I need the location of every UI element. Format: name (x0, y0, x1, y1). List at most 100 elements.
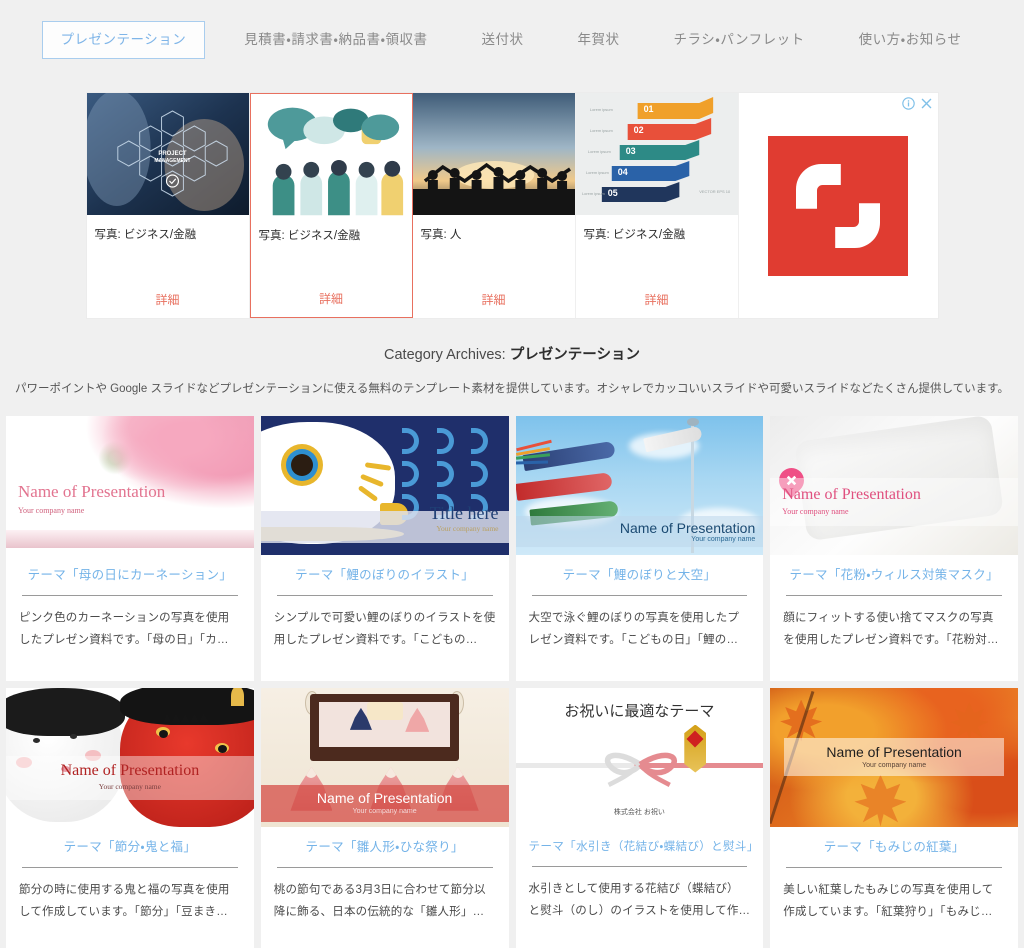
ad-thumbnail-team-conversation (250, 94, 412, 216)
slide-subtitle: Your company name (691, 536, 756, 544)
slide-title: Name of Presentation (18, 482, 166, 502)
noshi-icon (684, 724, 707, 773)
divider (276, 594, 493, 596)
template-card[interactable]: Name of Presentation Your company name テ… (6, 688, 254, 948)
nav-item-cover-letter[interactable]: 送付状 (455, 32, 551, 48)
slide-subtitle: 株式会社 お祝い (613, 809, 665, 817)
template-thumbnail-koinobori-illustration: Title here Your company name (260, 416, 509, 556)
category-header: Category Archives: プレゼンテーション パワーポイントや Go… (0, 343, 1024, 398)
template-title[interactable]: テーマ「水引き（花結び・蝶結び）と熨斗」 (529, 839, 759, 855)
ad-thumbnail-project-management: PROJECT MANAGEMENT (86, 93, 249, 215)
template-excerpt: ピンク色のカーネーションの写真を使用したプレゼン資料です。「母の日」「カ… (19, 611, 230, 647)
divider (276, 866, 493, 868)
category-description: パワーポイントや Google スライドなどプレゼンテーションに使える無料のテン… (14, 383, 1010, 395)
template-excerpt: 桃の節句である3月3日に合わせて節分以降に飾る、日本の伝統的な「雛人形」… (273, 883, 486, 919)
divider (531, 594, 748, 596)
svg-text:05: 05 (607, 188, 617, 198)
svg-text:Lorem ipsum: Lorem ipsum (581, 191, 605, 196)
template-excerpt: 水引きとして使用する花結び（蝶結び）と熨斗（のし）のイラストを使用して作… (528, 882, 751, 918)
svg-text:02: 02 (633, 125, 643, 135)
slide-subtitle: Your company name (862, 762, 927, 770)
template-thumbnail-koinobori-sky: Name of Presentation Your company name (515, 416, 764, 556)
template-card[interactable]: Name of Presentation Your company name テ… (260, 688, 509, 948)
ad-card[interactable]: PROJECT MANAGEMENT 写真: ビジネス/金融 詳細 (86, 93, 250, 318)
nav-item-new-year-card[interactable]: 年賀状 (551, 32, 647, 48)
svg-text:Lorem ipsum: Lorem ipsum (587, 149, 611, 154)
template-thumbnail-carnation: Name of Presentation Your company name (6, 416, 254, 556)
svg-text:VECTOR EPS 10: VECTOR EPS 10 (699, 189, 731, 194)
slide-subtitle: Your company name (18, 506, 85, 516)
template-excerpt: 大空で泳ぐ鯉のぼりの写真を使用したプレゼン資料です。「こどもの日」「鯉の… (528, 611, 740, 647)
slide-title: Name of Presentation (60, 762, 200, 780)
ad-brand-panel[interactable] (738, 93, 938, 318)
advertisement-banner: PROJECT MANAGEMENT 写真: ビジネス/金融 詳細 写真: ビジ… (86, 93, 938, 318)
ad-detail-link[interactable]: 詳細 (576, 291, 738, 318)
template-title[interactable]: テーマ「母の日にカーネーション」 (19, 567, 241, 585)
template-card[interactable]: Name of Presentation Your company name テ… (515, 416, 764, 682)
ad-caption: 写真: ビジネス/金融 (258, 230, 361, 242)
ad-thumbnail-infographic: 01 02 03 04 05 Lorem ipsum Lorem ipsum Lo… (575, 93, 738, 215)
nav-item-howto-news[interactable]: 使い方・お知らせ (832, 32, 989, 48)
svg-text:01: 01 (643, 104, 653, 114)
svg-text:Lorem ipsum: Lorem ipsum (585, 170, 609, 175)
ad-thumbnail-people-sunset (412, 93, 575, 215)
template-card[interactable]: Name of Presentation Your company name テ… (6, 416, 254, 682)
template-title[interactable]: テーマ「鯉のぼりのイラスト」 (274, 567, 496, 585)
ad-card[interactable]: 写真: 人 詳細 (412, 93, 576, 318)
template-thumbnail-mask: Name of Presentation Your company name (770, 416, 1018, 556)
ad-detail-link[interactable]: 詳細 (87, 291, 249, 318)
divider (22, 866, 238, 868)
ad-detail-link[interactable]: 詳細 (251, 290, 412, 317)
template-title[interactable]: テーマ「花粉・ウィルス対策マスク」 (783, 567, 1005, 585)
ad-card-selected[interactable]: 写真: ビジネス/金融 詳細 (249, 93, 413, 318)
ad-detail-link[interactable]: 詳細 (413, 291, 575, 318)
page-title: Category Archives: プレゼンテーション (0, 343, 1024, 364)
category-name: プレゼンテーション (509, 347, 640, 363)
svg-text:Lorem ipsum: Lorem ipsum (589, 107, 613, 112)
divider (786, 594, 1002, 596)
category-prefix: Category Archives: (384, 347, 510, 363)
slide-title: Title here (429, 503, 499, 524)
divider (786, 866, 1002, 868)
nav-list: プレゼンテーション 見積書・請求書・納品書・領収書 送付状 年賀状 チラシ・パン… (36, 20, 989, 60)
template-title[interactable]: テーマ「もみじの紅葉」 (783, 839, 1005, 857)
slide-subtitle: Your company name (436, 524, 499, 534)
slide-title: お祝いに最適なテーマ (564, 703, 715, 721)
slide-title: Name of Presentation (782, 486, 921, 504)
primary-navigation: プレゼンテーション 見積書・請求書・納品書・領収書 送付状 年賀状 チラシ・パン… (0, 0, 1024, 80)
template-title[interactable]: テーマ「鯉のぼりと大空」 (529, 567, 751, 585)
ad-caption: 写真: ビジネス/金融 (94, 229, 197, 241)
template-title[interactable]: テーマ「節分・鬼と福」 (19, 839, 241, 857)
slide-title: Name of Presentation (826, 744, 962, 761)
svg-text:Lorem ipsum: Lorem ipsum (589, 128, 613, 133)
template-card[interactable]: お祝いに最適なテーマ 株式会社 お祝い テーマ「水引き（花結び・蝶結び）と熨斗」… (515, 688, 764, 948)
template-card[interactable]: Name of Presentation Your company name テ… (770, 416, 1018, 682)
template-grid: Name of Presentation Your company name テ… (6, 416, 1018, 948)
divider (531, 865, 748, 867)
slide-subtitle: Your company name (98, 782, 161, 792)
template-thumbnail-momiji: Name of Presentation Your company name (770, 688, 1018, 828)
template-title[interactable]: テーマ「雛人形・ひな祭り」 (274, 839, 496, 857)
svg-text:PROJECT: PROJECT (158, 151, 186, 157)
close-x-icon[interactable] (920, 97, 933, 110)
slide-subtitle: Your company name (782, 507, 849, 517)
template-thumbnail-setsubun: Name of Presentation Your company name (6, 688, 254, 828)
template-card[interactable]: Title here Your company name テーマ「鯉のぼりのイラ… (260, 416, 509, 682)
template-excerpt: シンプルで可愛い鯉のぼりのイラストを使用したプレゼン資料です。「こどもの… (273, 611, 496, 647)
shutterstock-logo-icon (768, 135, 908, 276)
divider (22, 594, 238, 596)
template-excerpt: 節分の時に使用する鬼と福の写真を使用して作成しています。「節分」「豆まき… (19, 883, 230, 919)
slide-subtitle: Your company name (352, 808, 417, 816)
template-excerpt: 美しい紅葉したもみじの写真を使用して作成しています。「紅葉狩り」「もみじ… (783, 883, 994, 919)
ad-card[interactable]: 01 02 03 04 05 Lorem ipsum Lorem ipsum Lo… (575, 93, 739, 318)
nav-item-invoices[interactable]: 見積書・請求書・納品書・領収書 (217, 32, 454, 48)
svg-text:MANAGEMENT: MANAGEMENT (154, 158, 190, 164)
slide-title: Name of Presentation (619, 520, 756, 537)
template-card[interactable]: Name of Presentation Your company name テ… (770, 688, 1018, 948)
nav-item-flyer-pamphlet[interactable]: チラシ・パンフレット (647, 32, 832, 48)
svg-text:04: 04 (617, 167, 627, 177)
info-circle-icon[interactable] (901, 97, 915, 110)
nav-item-presentation[interactable]: プレゼンテーション (41, 20, 206, 60)
ad-controls (901, 97, 933, 110)
ad-caption: 写真: 人 (420, 229, 462, 241)
